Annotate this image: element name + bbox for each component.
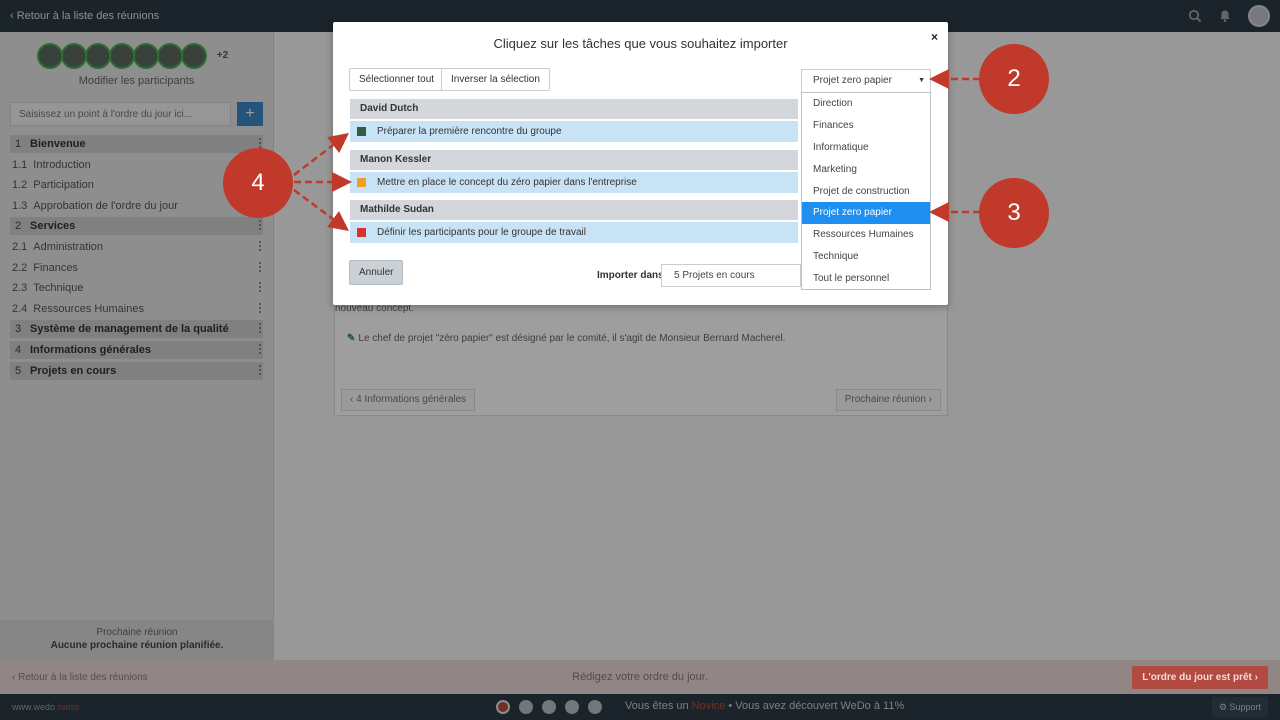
callout-2: 2 xyxy=(979,44,1049,114)
callout-3: 3 xyxy=(979,178,1049,248)
agenda-ready-button[interactable]: L'ordre du jour est prêt › xyxy=(1132,665,1268,689)
callout-4: 4 xyxy=(223,148,293,218)
annotation-arrows xyxy=(293,69,980,231)
arrow-4a xyxy=(293,132,349,176)
arrow-4c xyxy=(293,188,350,231)
